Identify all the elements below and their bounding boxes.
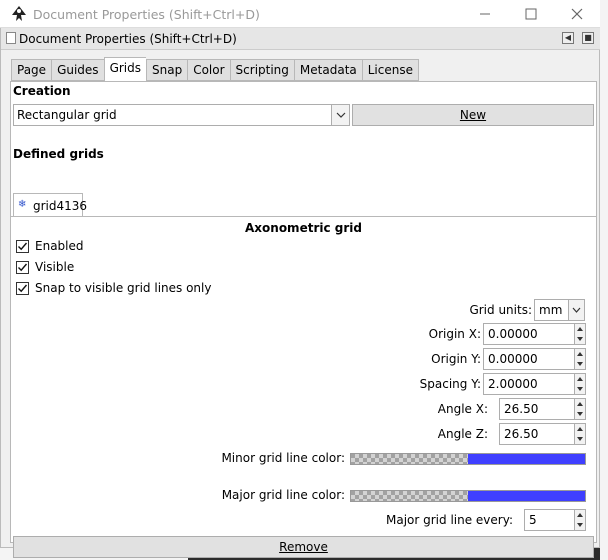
grid-type-title: Axonometric grid: [245, 221, 362, 235]
new-grid-button[interactable]: New: [352, 104, 594, 126]
enabled-checkbox[interactable]: [16, 240, 29, 253]
dock-close-button[interactable]: ■: [582, 32, 594, 44]
new-button-label: New: [459, 108, 487, 122]
origin-y-value: 0.00000: [488, 352, 538, 366]
angle-x-label: Angle X:: [437, 402, 488, 416]
snap-visible-label[interactable]: Snap to visible grid lines only: [35, 281, 211, 295]
minimize-icon: [480, 13, 490, 15]
spin-arrows-icon[interactable]: [574, 399, 585, 419]
spacing-y-label: Spacing Y:: [419, 377, 481, 391]
grid-settings: Axonometric grid Enabled Visible Snap to…: [11, 216, 596, 531]
grid-units-label: Grid units:: [469, 303, 532, 317]
major-every-value: 5: [529, 513, 537, 527]
checkmark-icon: [18, 263, 28, 272]
minimize-button[interactable]: [462, 0, 508, 28]
grid-icon: ❄: [18, 199, 27, 210]
dock-document-icon: [6, 32, 16, 44]
visible-label[interactable]: Visible: [35, 260, 74, 274]
checkmark-icon: [18, 242, 28, 251]
major-every-spinner[interactable]: 5: [524, 509, 586, 531]
chevron-down-icon[interactable]: [568, 300, 584, 320]
chevron-down-icon[interactable]: [331, 105, 349, 125]
maximize-icon: [525, 8, 537, 20]
grid-units-select[interactable]: mm: [534, 299, 585, 321]
tab-grids[interactable]: Grids: [103, 57, 146, 81]
spacing-y-value: 2.00000: [488, 377, 538, 391]
origin-x-spinner[interactable]: 0.00000: [483, 323, 586, 345]
dock-title: Document Properties (Shift+Ctrl+D): [19, 32, 237, 46]
grid-tab-label: grid4136: [33, 199, 88, 213]
tab-scripting[interactable]: Scripting: [229, 59, 294, 81]
tab-snap[interactable]: Snap: [146, 59, 188, 81]
angle-z-label: Angle Z:: [437, 427, 488, 441]
dialog-client-area: Document Properties (Shift+Ctrl+D) ◀ ■ P…: [0, 28, 600, 558]
grid-units-value: mm: [539, 303, 563, 317]
major-color-swatch[interactable]: [350, 490, 586, 502]
close-icon: [571, 8, 583, 20]
checkmark-icon: [18, 284, 28, 293]
minor-color-label: Minor grid line color:: [221, 451, 345, 465]
tab-guides[interactable]: Guides: [51, 59, 104, 81]
tab-metadata[interactable]: Metadata: [293, 59, 362, 81]
spacing-y-spinner[interactable]: 2.00000: [483, 373, 586, 395]
angle-z-value: 26.50: [504, 427, 539, 441]
origin-x-value: 0.00000: [488, 327, 538, 341]
document-properties-window: Document Properties (Shift+Ctrl+D) Docum…: [0, 0, 608, 560]
dock-iconify-button[interactable]: ◀: [562, 32, 574, 44]
angle-z-spinner[interactable]: 26.50: [499, 423, 586, 445]
major-color-label: Major grid line color:: [221, 488, 345, 502]
enabled-label[interactable]: Enabled: [35, 239, 84, 253]
remove-grid-button[interactable]: Remove: [13, 536, 594, 558]
minor-color-swatch[interactable]: [350, 453, 586, 465]
snap-visible-checkbox[interactable]: [16, 282, 29, 295]
grid-type-value: Rectangular grid: [17, 108, 117, 122]
tab-page[interactable]: Page: [11, 59, 52, 81]
major-every-label: Major grid line every:: [386, 513, 513, 527]
major-color-fill: [468, 491, 585, 501]
visible-checkbox[interactable]: [16, 261, 29, 274]
angle-x-spinner[interactable]: 26.50: [499, 398, 586, 420]
remove-button-label: Remove: [279, 540, 328, 554]
close-button[interactable]: [554, 0, 600, 28]
window-title: Document Properties (Shift+Ctrl+D): [33, 7, 260, 22]
origin-y-label: Origin Y:: [431, 352, 481, 366]
grid-tab[interactable]: ❄ grid4136: [13, 193, 87, 217]
dock-header: Document Properties (Shift+Ctrl+D) ◀ ■: [1, 28, 600, 50]
tab-bar: Page Guides Grids Snap Color Scripting M…: [11, 57, 419, 81]
spin-arrows-icon[interactable]: [574, 510, 585, 530]
spin-arrows-icon[interactable]: [574, 424, 585, 444]
angle-x-value: 26.50: [504, 402, 539, 416]
defined-grids-heading: Defined grids: [13, 147, 104, 161]
spin-arrows-icon[interactable]: [574, 324, 585, 344]
origin-x-label: Origin X:: [428, 327, 481, 341]
grids-panel: Creation Rectangular grid New Defined gr…: [10, 81, 597, 558]
minor-color-fill: [468, 454, 585, 464]
grid-type-select[interactable]: Rectangular grid: [13, 104, 350, 126]
creation-heading: Creation: [13, 84, 71, 98]
tab-color[interactable]: Color: [187, 59, 230, 81]
tab-license[interactable]: License: [361, 59, 419, 81]
origin-y-spinner[interactable]: 0.00000: [483, 348, 586, 370]
spin-arrows-icon[interactable]: [574, 349, 585, 369]
spin-arrows-icon[interactable]: [574, 374, 585, 394]
title-bar: Document Properties (Shift+Ctrl+D): [0, 0, 600, 28]
maximize-button[interactable]: [508, 0, 554, 28]
inkscape-app-icon: [12, 6, 26, 21]
